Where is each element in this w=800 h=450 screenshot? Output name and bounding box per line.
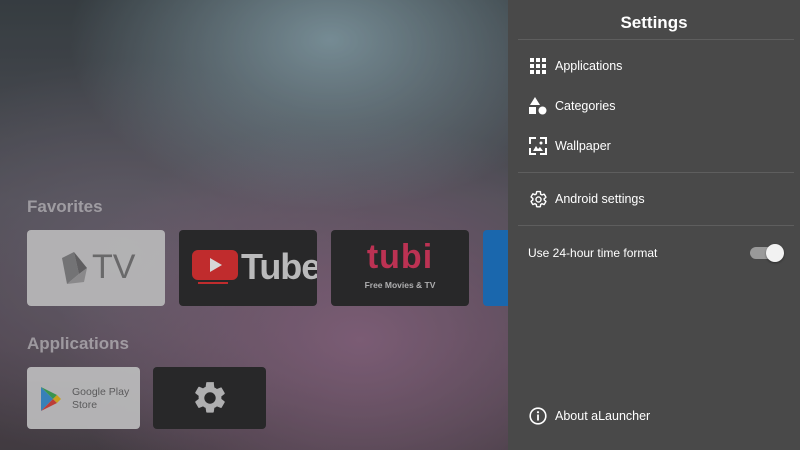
info-icon xyxy=(528,406,548,426)
menu-label-applications: Applications xyxy=(555,59,623,73)
divider xyxy=(518,172,794,173)
menu-label-categories: Categories xyxy=(555,99,616,113)
dim-overlay xyxy=(0,0,508,450)
toggle-24-hour-row[interactable]: Use 24-hour time format xyxy=(528,242,784,264)
toggle-24-hour-label: Use 24-hour time format xyxy=(528,246,658,260)
menu-item-applications[interactable]: Applications xyxy=(508,50,800,82)
shapes-icon xyxy=(528,96,548,116)
toggle-thumb xyxy=(766,244,784,262)
gear-icon xyxy=(528,189,548,209)
menu-item-categories[interactable]: Categories xyxy=(508,90,800,122)
menu-label-wallpaper: Wallpaper xyxy=(555,139,611,153)
menu-label-about: About aLauncher xyxy=(555,409,651,423)
menu-item-wallpaper[interactable]: Wallpaper xyxy=(508,130,800,162)
divider xyxy=(518,39,794,40)
settings-title: Settings xyxy=(620,13,688,32)
divider xyxy=(518,225,794,226)
menu-item-about[interactable]: About aLauncher xyxy=(508,400,800,432)
menu-label-android-settings: Android settings xyxy=(555,192,645,206)
menu-item-android-settings[interactable]: Android settings xyxy=(508,183,800,215)
toggle-24-hour-switch[interactable] xyxy=(750,244,784,262)
wallpaper-icon xyxy=(528,136,548,156)
grid-icon xyxy=(528,56,548,76)
settings-panel: Settings Applications Categories Wallpap… xyxy=(508,0,800,450)
